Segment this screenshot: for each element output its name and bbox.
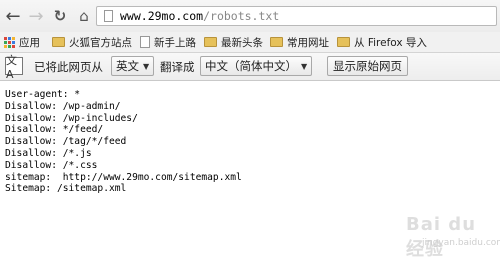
bookmark-latest-headlines[interactable]: 最新头条	[204, 35, 263, 49]
baidu-jingyan-watermark: Bai du 经验 jingyan.baidu.com	[400, 214, 500, 260]
dropdown-caret-icon: ▼	[143, 61, 150, 71]
home-icon[interactable]: ⌂	[74, 6, 94, 26]
content-line: Disallow: /tag/*/feed	[5, 136, 127, 148]
content-line: User-agent: *	[5, 89, 81, 100]
bookmark-label: 从 Firefox 导入	[354, 36, 427, 49]
content-line: Disallow: /*.css	[5, 159, 98, 171]
bookmark-common-sites[interactable]: 常用网址	[270, 35, 329, 49]
page-icon	[104, 10, 113, 22]
folder-icon	[270, 37, 283, 47]
url-domain: www.29mo.com	[120, 9, 204, 23]
dropdown-caret-icon: ▼	[301, 61, 308, 71]
folder-icon	[52, 37, 65, 47]
bookmark-label: 最新头条	[221, 36, 263, 49]
translate-prefix: 已将此网页从	[34, 60, 103, 74]
content-line: sitemap: http://www.29mo.com/sitemap.xml	[5, 171, 242, 183]
browser-toolbar: ← → ↻ ⌂ www.29mo.com/robots.txt	[0, 0, 500, 32]
bookmark-label: 应用	[19, 36, 40, 49]
bookmark-label: 新手上路	[154, 36, 196, 49]
robots-txt-content: User-agent: * Disallow: /wp-admin/Disallo…	[5, 89, 242, 195]
bookmark-firefox-site[interactable]: 火狐官方站点	[52, 35, 132, 49]
folder-icon	[337, 37, 350, 47]
show-original-button[interactable]: 显示原始网页	[327, 56, 408, 76]
bookmarks-bar: 应用 火狐官方站点 新手上路 最新头条 常用网址 从 Firefox 导入	[0, 32, 500, 53]
page-icon	[140, 36, 150, 48]
target-language-value: 中文（简体中文）	[205, 59, 297, 73]
content-line: Disallow: /wp-admin/	[5, 100, 121, 112]
reload-icon[interactable]: ↻	[50, 6, 70, 26]
target-language-select[interactable]: 中文（简体中文） ▼	[200, 56, 313, 76]
apps-icon	[4, 36, 15, 48]
back-arrow-icon[interactable]: ←	[3, 6, 23, 27]
translate-middle: 翻译成	[160, 60, 195, 74]
bookmark-label: 火狐官方站点	[69, 36, 132, 49]
bookmark-getting-started[interactable]: 新手上路	[140, 35, 196, 49]
address-bar[interactable]: www.29mo.com/robots.txt	[96, 6, 497, 26]
bookmark-firefox-import[interactable]: 从 Firefox 导入	[337, 35, 427, 49]
url-text: www.29mo.com/robots.txt	[120, 9, 279, 23]
content-line: Disallow: */feed/	[5, 124, 104, 136]
content-line: Disallow: /wp-includes/	[5, 112, 138, 124]
content-line: Disallow: /*.js	[5, 147, 92, 159]
watermark-url: jingyan.baidu.com	[422, 238, 500, 248]
translate-icon: 文A	[5, 54, 23, 81]
forward-arrow-icon[interactable]: →	[26, 6, 46, 27]
folder-icon	[204, 37, 217, 47]
source-language-select[interactable]: 英文 ▼	[111, 56, 155, 76]
bookmark-label: 常用网址	[287, 36, 329, 49]
url-path: /robots.txt	[203, 9, 280, 23]
bookmark-apps[interactable]: 应用	[4, 35, 40, 49]
translate-bar: 文A 已将此网页从 英文 ▼ 翻译成 中文（简体中文） ▼ 显示原始网页	[0, 53, 500, 81]
source-language-value: 英文	[116, 59, 139, 73]
content-line: Sitemap: /sitemap.xml	[5, 183, 127, 195]
